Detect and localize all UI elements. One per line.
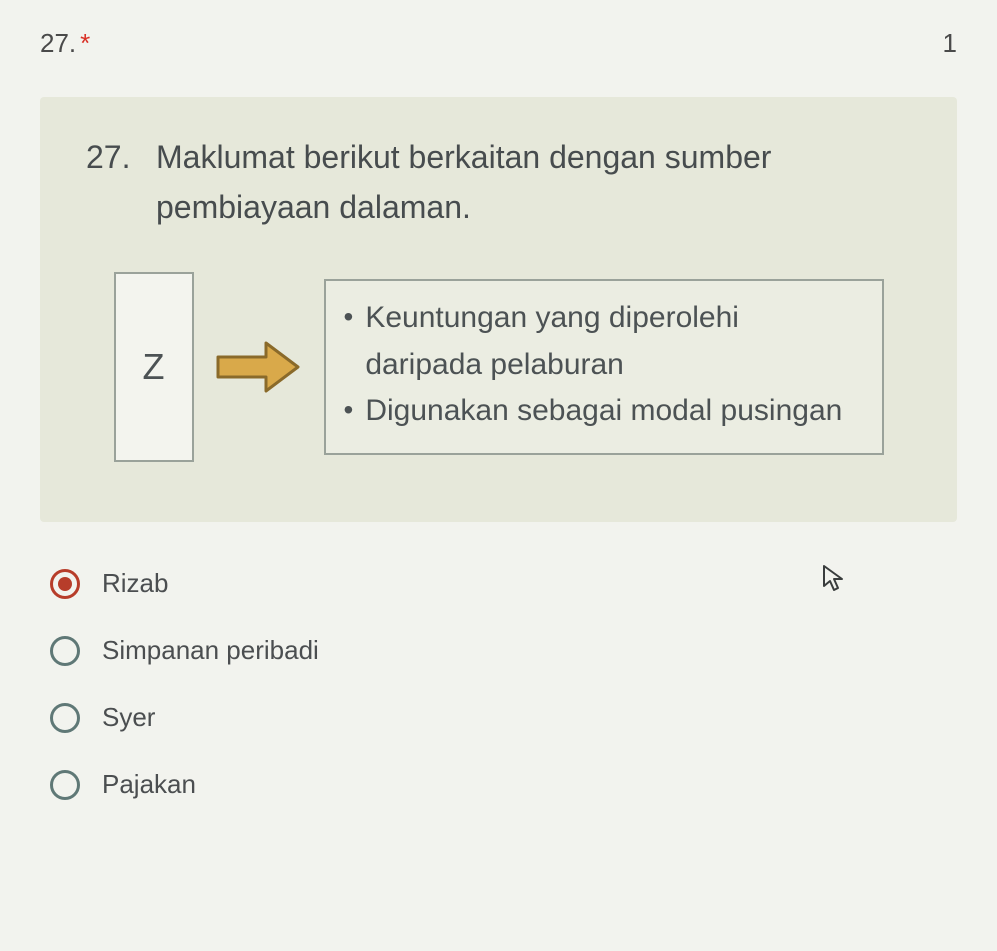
radio-button[interactable] xyxy=(50,770,80,800)
diagram-bullet: • Digunakan sebagai modal pusingan xyxy=(344,388,860,435)
options-group: Rizab Simpanan peribadi Syer Pajakan xyxy=(40,568,957,800)
diagram-description-box: • Keuntungan yang diperolehi daripada pe… xyxy=(324,279,884,455)
header-number: 27. xyxy=(40,28,76,58)
prompt-text: Maklumat berikut berkaitan dengan sumber… xyxy=(156,133,911,232)
option-label: Rizab xyxy=(102,568,168,599)
question-panel: 27. Maklumat berikut berkaitan dengan su… xyxy=(40,97,957,522)
header-right-fragment: 1 xyxy=(943,28,957,59)
option-simpanan-peribadi[interactable]: Simpanan peribadi xyxy=(50,635,957,666)
bullet-icon: • xyxy=(344,295,354,388)
prompt-number: 27. xyxy=(86,133,156,232)
bullet-text: Keuntungan yang diperolehi daripada pela… xyxy=(365,295,859,388)
diagram: Z • Keuntungan yang diperolehi daripada … xyxy=(86,272,911,462)
radio-button[interactable] xyxy=(50,636,80,666)
radio-button[interactable] xyxy=(50,703,80,733)
question-number-header: 27.* xyxy=(40,28,90,59)
arrow-right-icon xyxy=(216,339,302,395)
option-label: Simpanan peribadi xyxy=(102,635,319,666)
question-header: 27.* 1 xyxy=(40,28,957,59)
diagram-source-box: Z xyxy=(114,272,194,462)
cursor-icon xyxy=(821,564,847,594)
option-pajakan[interactable]: Pajakan xyxy=(50,769,957,800)
bullet-icon: • xyxy=(344,388,354,435)
bullet-text: Digunakan sebagai modal pusingan xyxy=(365,388,842,435)
option-syer[interactable]: Syer xyxy=(50,702,957,733)
option-label: Pajakan xyxy=(102,769,196,800)
radio-button[interactable] xyxy=(50,569,80,599)
diagram-box-label: Z xyxy=(143,346,165,388)
question-card: 27.* 1 27. Maklumat berikut berkaitan de… xyxy=(0,0,997,951)
diagram-bullet: • Keuntungan yang diperolehi daripada pe… xyxy=(344,295,860,388)
question-prompt: 27. Maklumat berikut berkaitan dengan su… xyxy=(86,133,911,232)
option-label: Syer xyxy=(102,702,155,733)
required-asterisk: * xyxy=(80,28,90,58)
